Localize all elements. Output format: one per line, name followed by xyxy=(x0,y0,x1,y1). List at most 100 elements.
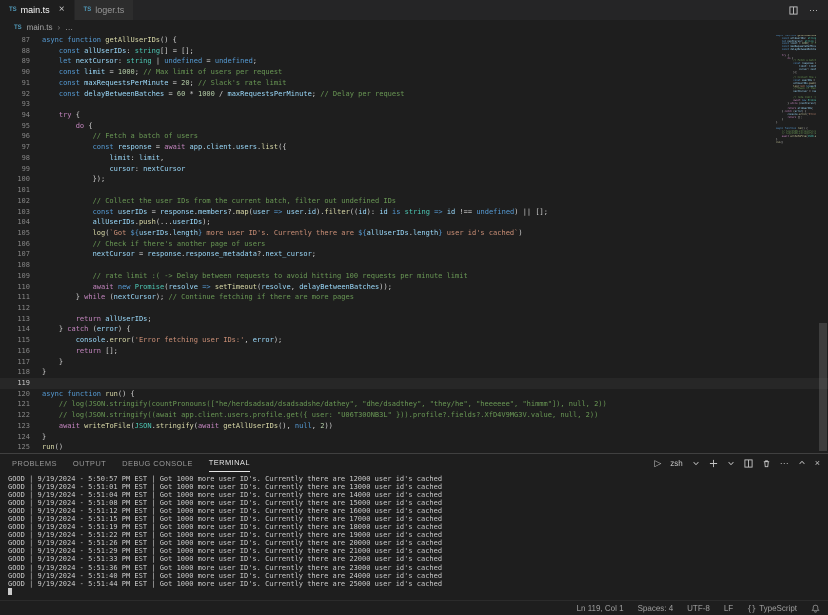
code-line[interactable]: 88 const allUserIDs: string[] = []; xyxy=(0,46,828,57)
line-number[interactable]: 107 xyxy=(0,249,30,260)
line-number[interactable]: 116 xyxy=(0,346,30,357)
code-line[interactable]: 90 const limit = 1000; // Max limit of u… xyxy=(0,67,828,78)
panel-more-icon[interactable]: ··· xyxy=(780,458,789,468)
line-number[interactable]: 89 xyxy=(0,56,30,67)
code-editor[interactable]: 87async function getAllUserIDs() {88 con… xyxy=(0,35,828,453)
code-line[interactable]: 113 return allUserIDs; xyxy=(0,314,828,325)
line-number[interactable]: 119 xyxy=(0,378,30,389)
code-line[interactable]: 89 let nextCursor: string | undefined = … xyxy=(0,56,828,67)
code-line[interactable]: 104 allUserIDs.push(...userIDs); xyxy=(0,217,828,228)
code-line[interactable]: 111 } while (nextCursor); // Continue fe… xyxy=(0,292,828,303)
line-number[interactable]: 103 xyxy=(0,207,30,218)
line-number[interactable]: 102 xyxy=(0,196,30,207)
encoding-setting[interactable]: UTF-8 xyxy=(687,604,710,613)
line-number[interactable]: 121 xyxy=(0,399,30,410)
code-line[interactable]: 112 xyxy=(0,303,828,314)
code-line[interactable]: 117 } xyxy=(0,357,828,368)
code-line[interactable]: 87async function getAllUserIDs() { xyxy=(0,35,828,46)
line-number[interactable]: 120 xyxy=(0,389,30,400)
code-line[interactable]: 106 // Check if there's another page of … xyxy=(0,239,828,250)
code-line[interactable]: 110 await new Promise(resolve => setTime… xyxy=(0,282,828,293)
code-line[interactable]: 115 console.error('Error fetching user I… xyxy=(0,335,828,346)
code-line[interactable]: 102 // Collect the user IDs from the cur… xyxy=(0,196,828,207)
line-number[interactable]: 123 xyxy=(0,421,30,432)
line-number[interactable]: 93 xyxy=(0,99,30,110)
maximize-panel-icon[interactable] xyxy=(798,459,806,467)
line-number[interactable]: 115 xyxy=(0,335,30,346)
run-task-icon[interactable]: ▷ xyxy=(654,458,661,469)
code-area[interactable]: 87async function getAllUserIDs() {88 con… xyxy=(0,35,828,453)
code-line[interactable]: 91 const maxRequestsPerMinute = 20; // S… xyxy=(0,78,828,89)
code-line[interactable]: 114 } catch (error) { xyxy=(0,324,828,335)
breadcrumb-symbol[interactable]: … xyxy=(65,23,73,32)
terminal-output[interactable]: GOOD | 9/19/2024 - 5:50:57 PM EST | Got … xyxy=(0,472,828,600)
new-terminal-icon[interactable] xyxy=(709,459,718,468)
minimap[interactable]: async function getAllUserIDs() { const a… xyxy=(776,35,816,453)
code-line[interactable]: 93 xyxy=(0,99,828,110)
code-line[interactable]: 108 xyxy=(0,260,828,271)
scrollbar-thumb[interactable] xyxy=(819,323,827,451)
code-line[interactable]: 109 // rate limit :( -> Delay between re… xyxy=(0,271,828,282)
line-number[interactable]: 122 xyxy=(0,410,30,421)
launch-profile-chevron-icon[interactable] xyxy=(727,459,735,467)
close-panel-icon[interactable]: × xyxy=(815,458,820,468)
code-line[interactable]: 97 const response = await app.client.use… xyxy=(0,142,828,153)
tab-problems[interactable]: PROBLEMS xyxy=(12,454,57,472)
line-number[interactable]: 125 xyxy=(0,442,30,453)
code-line[interactable]: 94 try { xyxy=(0,110,828,121)
line-number[interactable]: 94 xyxy=(0,110,30,121)
indentation-setting[interactable]: Spaces: 4 xyxy=(638,604,674,613)
shell-selector[interactable]: zsh xyxy=(670,459,682,468)
line-number[interactable]: 112 xyxy=(0,303,30,314)
line-number[interactable]: 106 xyxy=(0,239,30,250)
code-line[interactable]: 99 cursor: nextCursor xyxy=(0,164,828,175)
language-mode[interactable]: {} TypeScript xyxy=(747,604,797,613)
code-line[interactable]: 116 return []; xyxy=(0,346,828,357)
line-number[interactable]: 98 xyxy=(0,153,30,164)
tab-output[interactable]: OUTPUT xyxy=(73,454,106,472)
breadcrumb-file[interactable]: main.ts xyxy=(27,23,53,32)
code-line[interactable]: 95 do { xyxy=(0,121,828,132)
tab-debug-console[interactable]: DEBUG CONSOLE xyxy=(122,454,193,472)
line-number[interactable]: 111 xyxy=(0,292,30,303)
code-line[interactable]: 101 xyxy=(0,185,828,196)
code-line[interactable]: 92 const delayBetweenBatches = 60 * 1000… xyxy=(0,89,828,100)
code-line[interactable]: 100 }); xyxy=(0,174,828,185)
code-line[interactable]: 122 // log(JSON.stringify((await app.cli… xyxy=(0,410,828,421)
line-number[interactable]: 113 xyxy=(0,314,30,325)
code-line[interactable]: 123 await writeToFile(JSON.stringify(awa… xyxy=(0,421,828,432)
code-line[interactable]: 119 xyxy=(0,378,828,389)
more-actions-icon[interactable]: ··· xyxy=(809,5,818,15)
line-number[interactable]: 104 xyxy=(0,217,30,228)
tab-main-ts[interactable]: TS main.ts × xyxy=(0,0,75,20)
code-line[interactable]: 124} xyxy=(0,432,828,443)
chevron-down-icon[interactable] xyxy=(692,459,700,467)
tab-loger-ts[interactable]: TS loger.ts xyxy=(75,0,135,20)
line-number[interactable]: 91 xyxy=(0,78,30,89)
line-number[interactable]: 87 xyxy=(0,35,30,46)
code-line[interactable]: 96 // Fetch a batch of users xyxy=(0,131,828,142)
line-number[interactable]: 105 xyxy=(0,228,30,239)
line-number[interactable]: 110 xyxy=(0,282,30,293)
code-line[interactable]: 121 // log(JSON.stringify(countPronouns(… xyxy=(0,399,828,410)
code-line[interactable]: 125run() xyxy=(0,442,828,453)
line-number[interactable]: 100 xyxy=(0,174,30,185)
line-number[interactable]: 118 xyxy=(0,367,30,378)
code-line[interactable]: 120async function run() { xyxy=(0,389,828,400)
kill-terminal-icon[interactable] xyxy=(762,459,771,468)
cursor-position[interactable]: Ln 119, Col 1 xyxy=(577,604,624,613)
code-line[interactable]: 105 log(`Got ${userIDs.length} more user… xyxy=(0,228,828,239)
line-number[interactable]: 90 xyxy=(0,67,30,78)
code-line[interactable]: 98 limit: limit, xyxy=(0,153,828,164)
notifications-bell-icon[interactable] xyxy=(811,604,820,613)
code-line[interactable]: 107 nextCursor = response.response_metad… xyxy=(0,249,828,260)
line-number[interactable]: 96 xyxy=(0,131,30,142)
split-editor-icon[interactable] xyxy=(789,6,798,15)
line-number[interactable]: 101 xyxy=(0,185,30,196)
line-number[interactable]: 95 xyxy=(0,121,30,132)
breadcrumb[interactable]: TS main.ts › … xyxy=(0,20,828,35)
tab-terminal[interactable]: TERMINAL xyxy=(209,454,250,472)
line-number[interactable]: 88 xyxy=(0,46,30,57)
line-number[interactable]: 109 xyxy=(0,271,30,282)
line-number[interactable]: 108 xyxy=(0,260,30,271)
